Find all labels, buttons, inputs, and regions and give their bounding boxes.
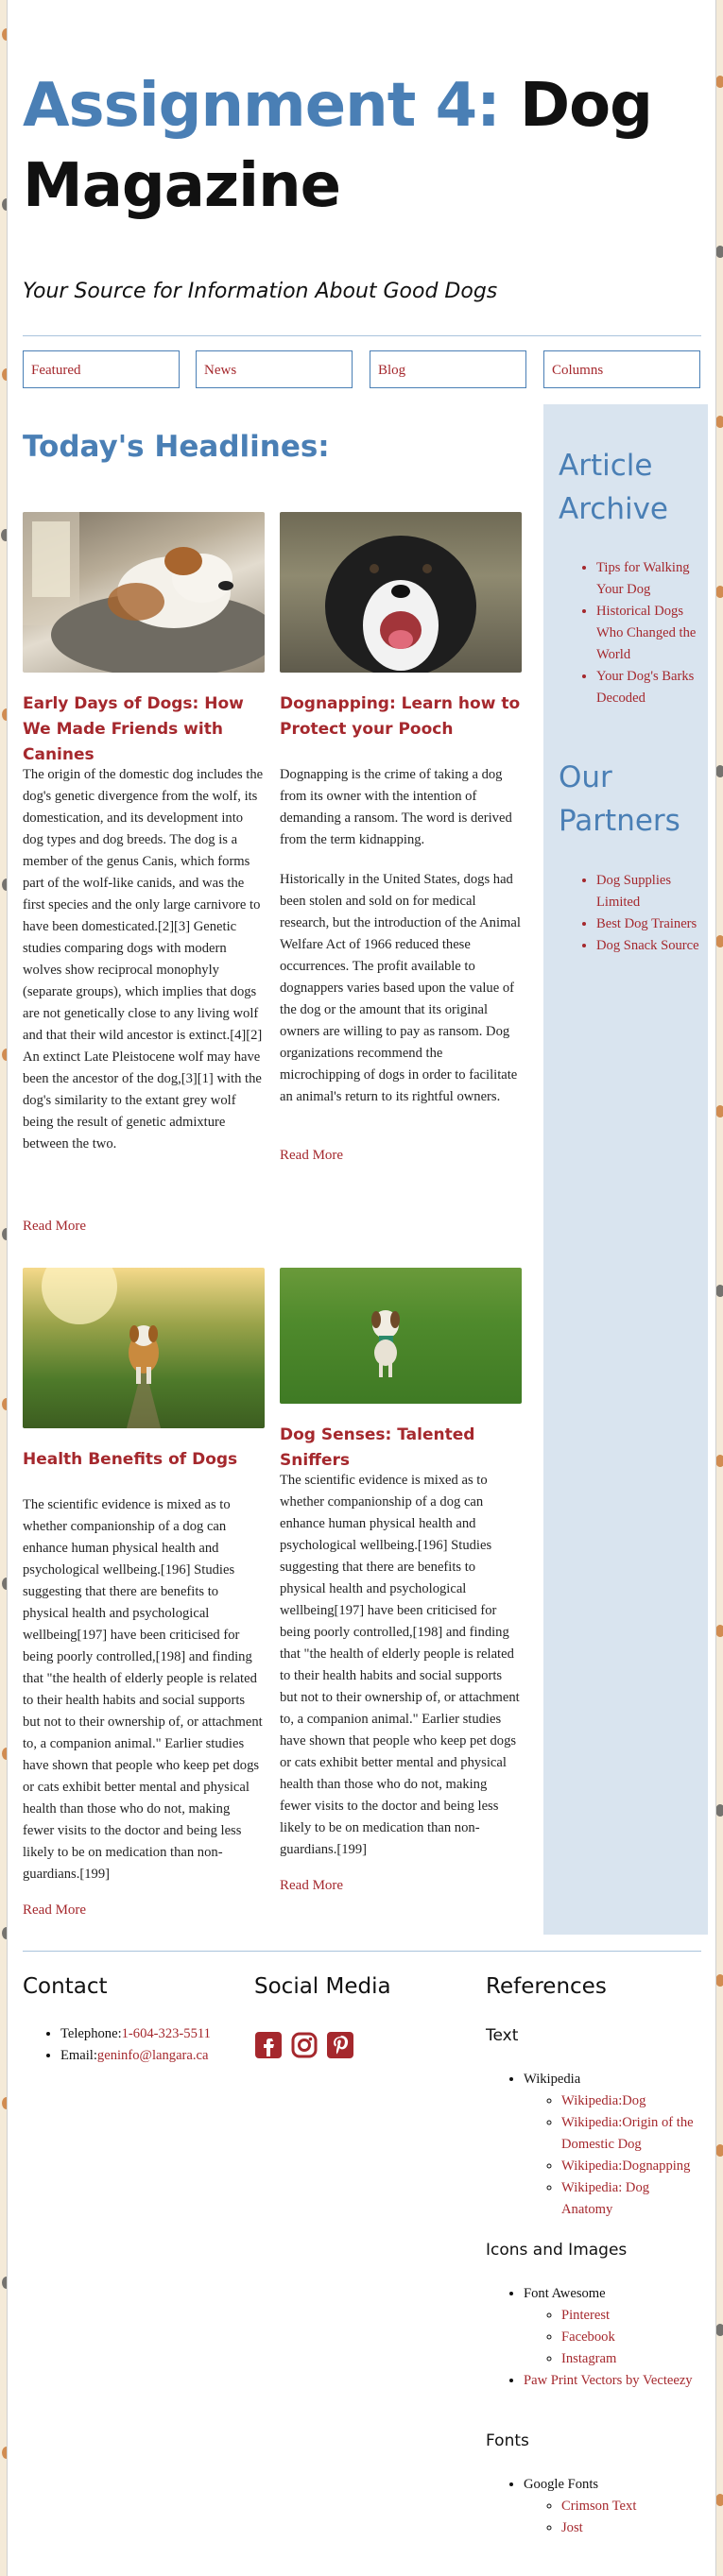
archive-item: Historical Dogs Who Changed the World	[596, 601, 700, 666]
happy-dog-image	[280, 512, 522, 673]
reference-item: Jost	[561, 2517, 636, 2539]
running-dog-image	[23, 1268, 265, 1428]
partner-link-trainers[interactable]: Best Dog Trainers	[596, 916, 697, 931]
archive-item: Tips for Walking Your Dog	[596, 557, 700, 601]
reference-item: Wikipedia: Dog Anatomy	[561, 2177, 701, 2221]
partners-list: Dog Supplies Limited Best Dog Trainers D…	[559, 870, 700, 957]
partners-heading: Our Partners	[559, 760, 680, 838]
telephone-link[interactable]: 1-604-323-5511	[122, 2026, 211, 2041]
contact-heading: Contact	[23, 1974, 108, 1999]
reference-item: Wikipedia:Dog	[561, 2090, 701, 2112]
article-card-early-days: Early Days of Dogs: How We Made Friends …	[23, 512, 265, 1234]
headlines-heading: Today's Headlines:	[23, 430, 330, 464]
article-title[interactable]: Health Benefits of Dogs	[23, 1447, 265, 1473]
page-container: Assignment 4: Dog Magazine Your Source f…	[7, 0, 716, 2576]
reference-item: Instagram	[561, 2348, 693, 2370]
references-fonts-heading: Fonts	[486, 2431, 529, 2450]
reference-item: Wikipedia:Dognapping	[561, 2156, 701, 2177]
sleeping-dog-image	[23, 512, 265, 673]
partner-item: Dog Supplies Limited	[596, 870, 700, 913]
reference-item: Crimson Text	[561, 2496, 636, 2517]
article-title[interactable]: Dog Senses: Talented Sniffers	[280, 1423, 522, 1474]
sidebar: Article Archive Tips for Walking Your Do…	[543, 404, 708, 1935]
references-text-list: Wikipedia Wikipedia:Dog Wikipedia:Origin…	[486, 2069, 701, 2221]
reference-item: Pinterest	[561, 2305, 693, 2327]
nav-featured[interactable]: Featured	[23, 350, 180, 388]
reference-link[interactable]: Jost	[561, 2520, 583, 2535]
tagline: Your Source for Information About Good D…	[23, 280, 498, 303]
partner-link-supplies[interactable]: Dog Supplies Limited	[596, 873, 671, 910]
reference-link[interactable]: Instagram	[561, 2351, 616, 2366]
article-body-intro: Dognapping is the crime of taking a dog …	[280, 767, 512, 847]
partner-item: Best Dog Trainers	[596, 913, 700, 935]
footer-divider	[23, 1951, 701, 1952]
facebook-icon[interactable]	[254, 2031, 283, 2059]
social-media-heading: Social Media	[254, 1974, 391, 1999]
reference-source: Font Awesome Pinterest Facebook Instagra…	[524, 2283, 693, 2370]
read-more-link[interactable]: Read More	[280, 1878, 343, 1894]
telephone-label: Telephone:	[60, 2026, 122, 2041]
reference-link[interactable]: Pinterest	[561, 2308, 610, 2323]
references-icons-list: Font Awesome Pinterest Facebook Instagra…	[486, 2283, 693, 2392]
archive-item: Your Dog's Barks Decoded	[596, 666, 700, 709]
social-icons	[254, 2031, 354, 2059]
archive-list: Tips for Walking Your Dog Historical Dog…	[559, 557, 700, 709]
article-body: The origin of the domestic dog includes …	[23, 767, 264, 1152]
reference-source-label: Font Awesome	[524, 2286, 606, 2301]
partner-link-snacks[interactable]: Dog Snack Source	[596, 938, 699, 953]
article-card-dog-senses: Dog Senses: Talented Sniffers The scient…	[280, 1268, 522, 1893]
contact-telephone: Telephone:1-604-323-5511	[60, 2023, 211, 2045]
reference-link[interactable]: Wikipedia:Origin of the Domestic Dog	[561, 2115, 694, 2152]
email-label: Email:	[60, 2048, 97, 2063]
reference-source: Google Fonts Crimson Text Jost	[524, 2474, 636, 2539]
references-text-heading: Text	[486, 2026, 519, 2045]
reference-link[interactable]: Crimson Text	[561, 2499, 636, 2514]
references-icons-heading: Icons and Images	[486, 2241, 628, 2260]
article-title[interactable]: Dognapping: Learn how to Protect your Po…	[280, 691, 522, 742]
contact-list: Telephone:1-604-323-5511 Email:geninfo@l…	[23, 2023, 211, 2067]
pinterest-icon[interactable]	[326, 2031, 354, 2059]
reference-link[interactable]: Wikipedia:Dognapping	[561, 2158, 690, 2174]
email-link[interactable]: geninfo@langara.ca	[97, 2048, 209, 2063]
reference-link[interactable]: Wikipedia: Dog Anatomy	[561, 2180, 649, 2217]
archive-link-barks[interactable]: Your Dog's Barks Decoded	[596, 669, 694, 706]
nav-blog[interactable]: Blog	[370, 350, 526, 388]
title-accent: Assignment 4:	[23, 71, 501, 141]
reference-item: Paw Print Vectors by Vecteezy	[524, 2370, 693, 2392]
archive-link-historical[interactable]: Historical Dogs Who Changed the World	[596, 604, 696, 662]
article-card-health-benefits: Health Benefits of Dogs The scientific e…	[23, 1268, 265, 1918]
reference-link[interactable]: Wikipedia:Dog	[561, 2093, 646, 2108]
read-more-link[interactable]: Read More	[23, 1902, 86, 1919]
partner-item: Dog Snack Source	[596, 935, 700, 957]
contact-email: Email:geninfo@langara.ca	[60, 2045, 211, 2067]
article-body-history: Historically in the United States, dogs …	[280, 872, 521, 1104]
nav-columns[interactable]: Columns	[543, 350, 700, 388]
references-heading: References	[486, 1974, 607, 1999]
references-fonts-list: Google Fonts Crimson Text Jost	[486, 2474, 636, 2539]
archive-heading: Article Archive	[559, 449, 668, 526]
article-body: The scientific evidence is mixed as to w…	[23, 1497, 263, 1882]
read-more-link[interactable]: Read More	[280, 1148, 343, 1164]
reference-item: Facebook	[561, 2327, 693, 2348]
reference-link-paw-print[interactable]: Paw Print Vectors by Vecteezy	[524, 2373, 693, 2388]
reference-source-label: Wikipedia	[524, 2072, 581, 2087]
archive-link-walking[interactable]: Tips for Walking Your Dog	[596, 560, 690, 597]
instagram-icon[interactable]	[290, 2031, 318, 2059]
header-divider	[23, 335, 701, 336]
main-nav: Featured News Blog Columns	[23, 350, 701, 390]
article-title[interactable]: Early Days of Dogs: How We Made Friends …	[23, 691, 265, 768]
reference-source-label: Google Fonts	[524, 2477, 599, 2492]
nav-news[interactable]: News	[196, 350, 353, 388]
dog-on-grass-image	[280, 1268, 522, 1404]
read-more-link[interactable]: Read More	[23, 1219, 86, 1235]
page-title: Assignment 4: Dog Magazine	[23, 66, 701, 227]
reference-source: Wikipedia Wikipedia:Dog Wikipedia:Origin…	[524, 2069, 701, 2221]
article-card-dognapping: Dognapping: Learn how to Protect your Po…	[280, 512, 522, 1163]
reference-link[interactable]: Facebook	[561, 2329, 615, 2345]
reference-item: Wikipedia:Origin of the Domestic Dog	[561, 2112, 701, 2156]
article-body: The scientific evidence is mixed as to w…	[280, 1473, 520, 1857]
